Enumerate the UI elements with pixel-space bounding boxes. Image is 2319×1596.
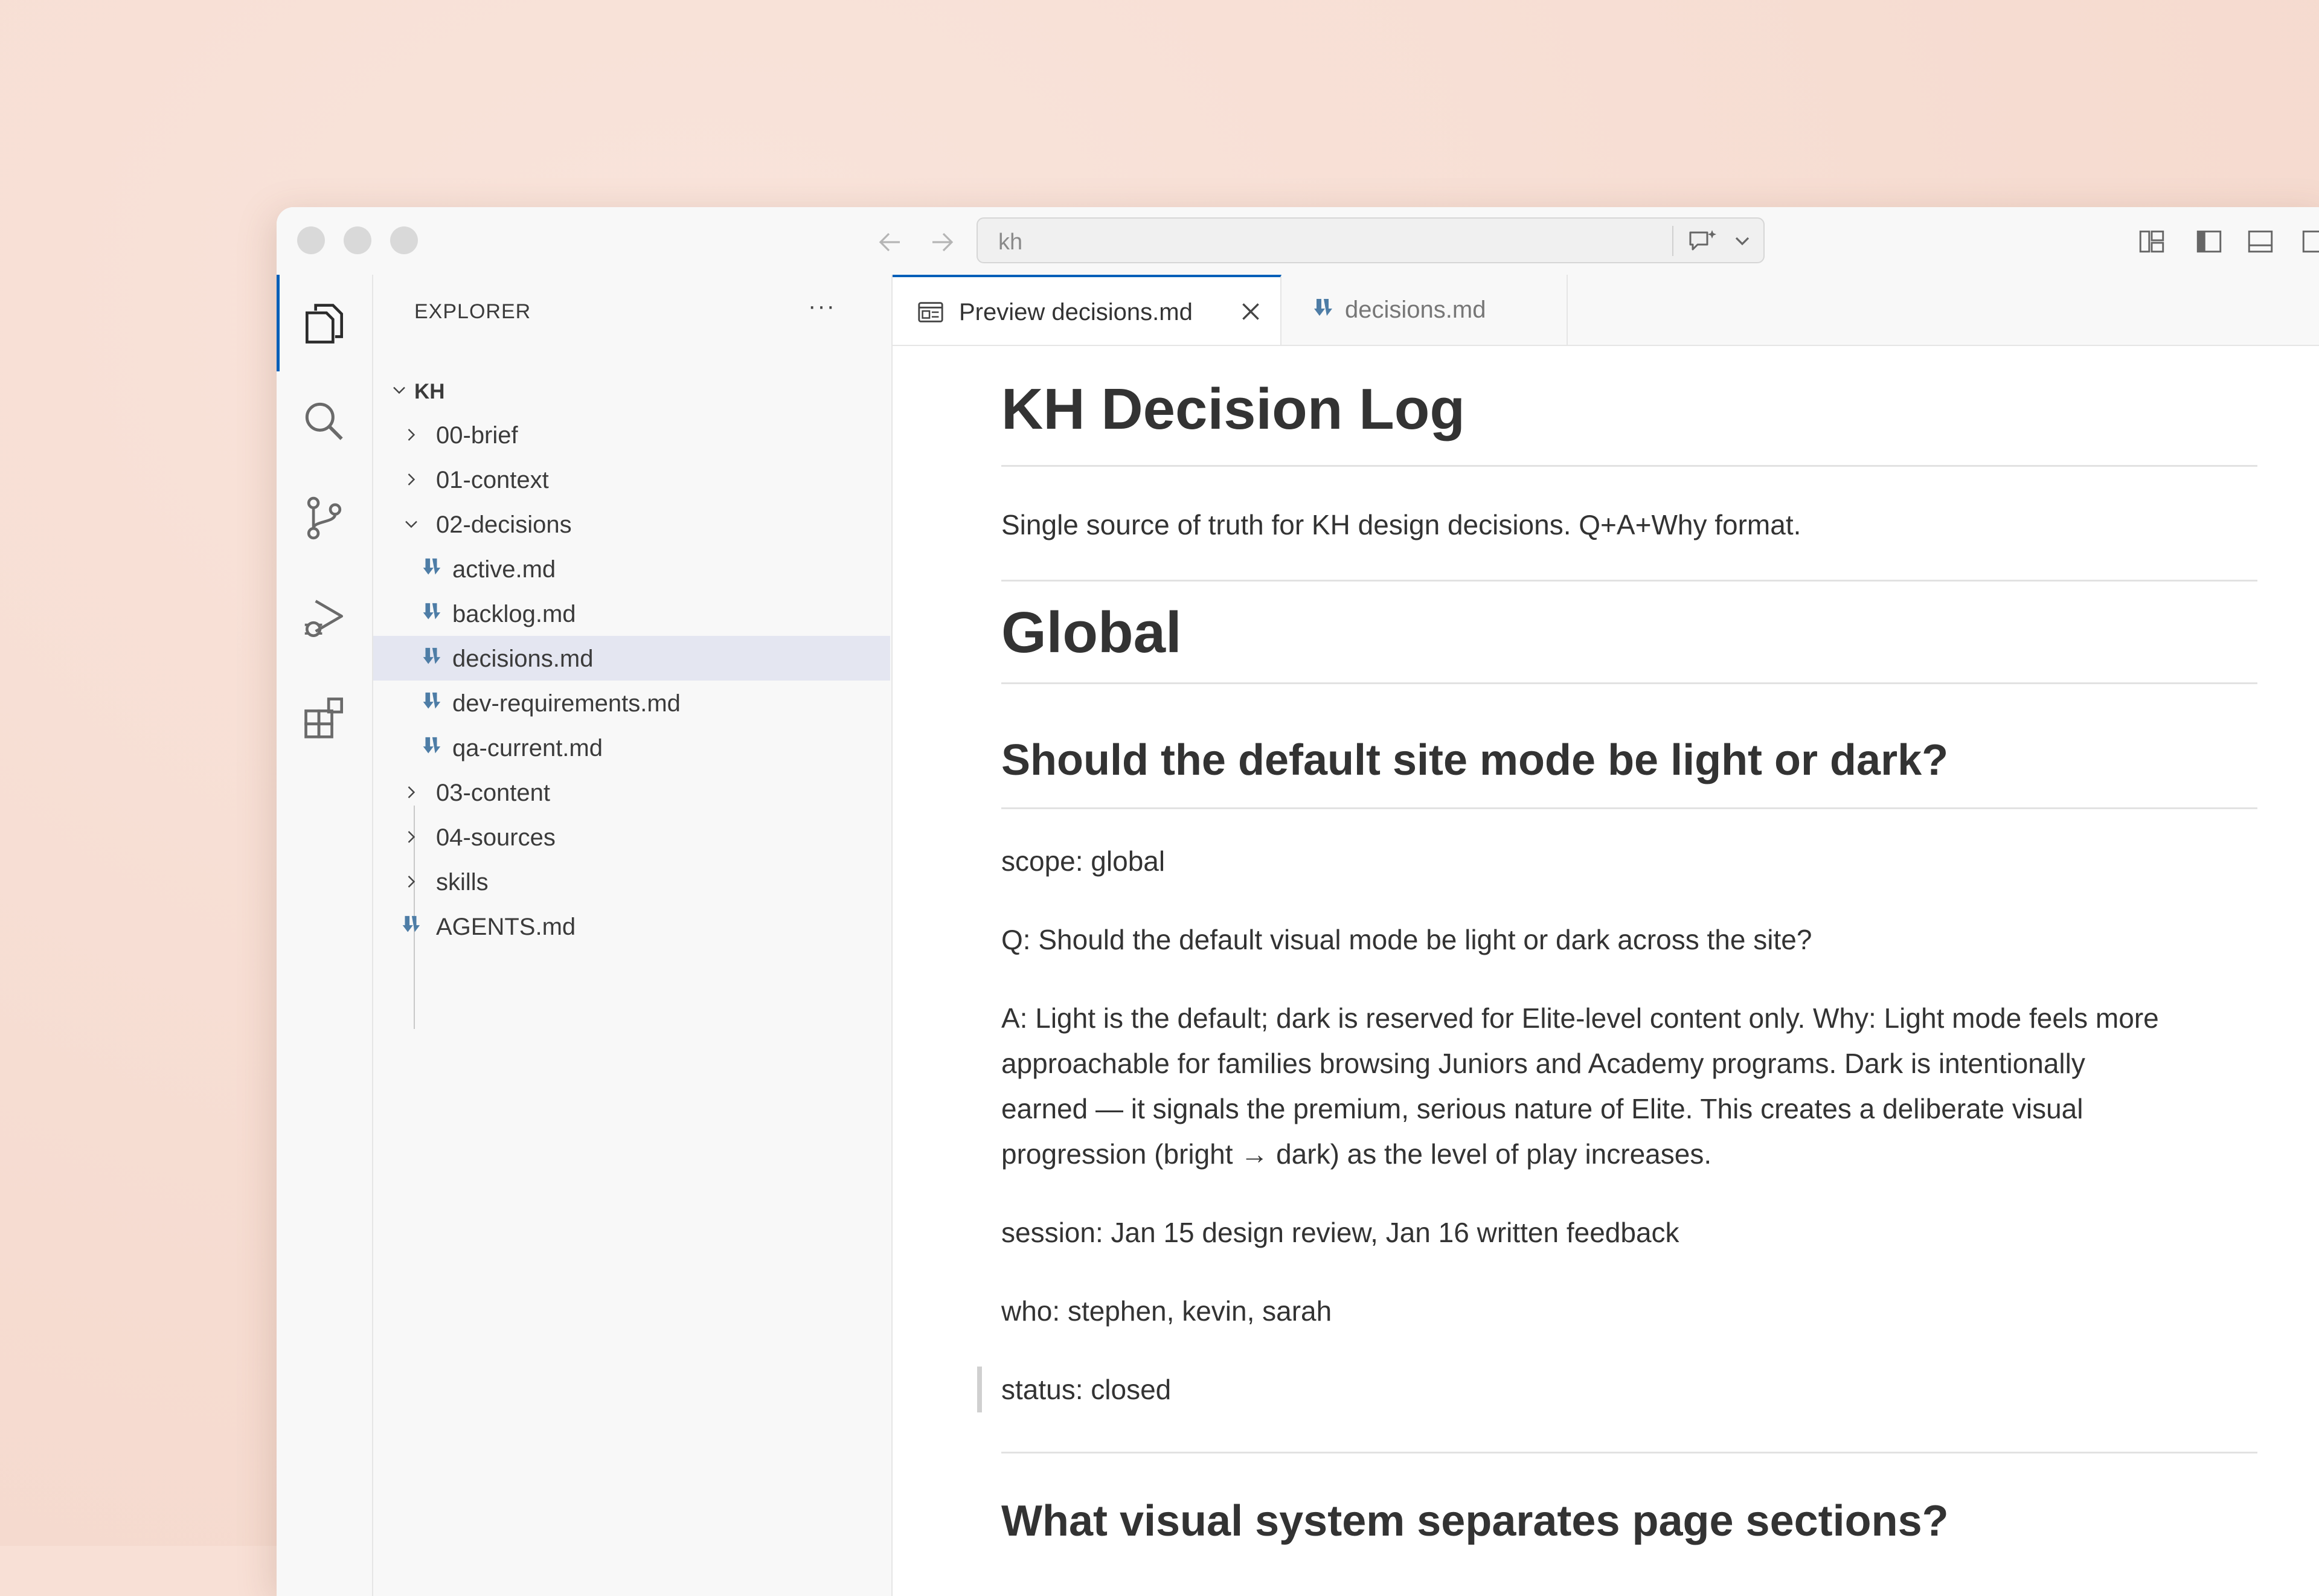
chevron-right-icon [408,786,415,798]
divider [1001,1452,2257,1453]
tab-decisions-md[interactable]: decisions.md [1281,275,1568,345]
markdown-file-icon [402,915,420,932]
blockquote-bar [977,1367,982,1412]
markdown-file-icon [1314,299,1332,316]
document-title: KH Decision Log [1001,377,1466,441]
markdown-file-icon [423,737,441,754]
divider [1001,465,2257,467]
chevron-down-icon[interactable] [1730,228,1754,252]
tree-item-label: 03-content [436,780,551,806]
tree-item-decisions-md[interactable]: decisions.md [373,636,890,681]
tree-item-label: 01-context [436,467,549,493]
explorer-icon[interactable] [298,298,350,350]
tree-item-label: 02-decisions [436,511,572,538]
tab-preview-decisions[interactable]: Preview decisions.md [893,275,1281,345]
chevron-down-icon [393,386,405,394]
question-heading: Should the default site mode be light or… [1001,736,1949,784]
markdown-file-icon [423,603,441,620]
answer-line-3: earned — it signals the premium, serious… [1001,1093,2083,1124]
section-heading-global: Global [1001,600,1182,665]
markdown-file-icon [423,692,441,709]
tree-item-label: backlog.md [452,601,576,627]
chevron-right-icon [408,831,415,843]
tree-item-label: 00-brief [436,422,518,449]
extensions-icon[interactable] [298,691,350,743]
tree-item-agents-md[interactable]: AGENTS.md [373,904,890,949]
search-icon[interactable] [298,396,350,447]
divider [1001,682,2257,684]
tree-item-backlog-md[interactable]: backlog.md [373,591,890,636]
markdown-preview: KH Decision Log Single source of truth f… [893,346,2319,1596]
source-control-icon[interactable] [298,492,350,544]
answer-line-2: approachable for families browsing Junio… [1001,1048,2085,1079]
command-center-search[interactable]: kh [977,217,1765,263]
chevron-right-icon [408,473,415,486]
activity-bar [277,275,373,1596]
maximize-window-button[interactable] [390,226,418,254]
vscode-window: kh EXPLORER ··· KH 00-brief 01-context 0… [277,207,2319,1596]
toggle-sidebar-icon[interactable] [2194,226,2224,257]
chevron-right-icon [408,876,415,888]
tree-item-label: dev-requirements.md [452,690,681,717]
run-debug-icon[interactable] [298,592,350,644]
tree-item-label: active.md [452,556,556,583]
chevron-right-icon [408,429,415,441]
tree-root-label: KH [414,380,445,403]
tree-item-00-brief[interactable]: 00-brief [373,412,890,457]
tree-item-label: decisions.md [452,646,594,672]
active-indicator [277,275,280,371]
document-intro: Single source of truth for KH design dec… [1001,509,1801,540]
markdown-file-icon [423,647,441,664]
tree-item-skills[interactable]: skills [373,859,890,904]
tree-item-qa-current-md[interactable]: qa-current.md [373,725,890,770]
question-line: Q: Should the default visual mode be lig… [1001,924,1812,955]
layout-icon[interactable] [2137,226,2167,257]
minimize-window-button[interactable] [344,226,371,254]
close-window-button[interactable] [297,226,325,254]
explorer-more-actions[interactable]: ··· [808,293,836,320]
who-line: who: stephen, kevin, sarah [1001,1295,1332,1327]
command-center-divider [1672,226,1673,256]
tree-item-label: skills [436,869,489,896]
divider [1001,580,2257,582]
chevron-down-icon [405,521,417,528]
tree-item-03-content[interactable]: 03-content [373,770,890,815]
arrow-left-icon[interactable] [876,228,905,257]
preview-icon [918,302,943,322]
tree-item-01-context[interactable]: 01-context [373,457,890,502]
scope-line: scope: global [1001,845,1166,877]
status-line: status: closed [1001,1374,1172,1405]
tree-item-label: 04-sources [436,824,556,851]
toggle-secondary-sidebar-icon[interactable] [2300,226,2319,257]
tree-item-active-md[interactable]: active.md [373,546,890,591]
command-center-text: kh [998,229,1023,255]
explorer-sidebar: EXPLORER ··· KH 00-brief 01-context 02-d… [373,275,893,1596]
explorer-header: EXPLORER [414,300,531,323]
session-line: session: Jan 15 design review, Jan 16 wr… [1001,1217,1679,1248]
divider [1001,807,2257,809]
toggle-panel-icon[interactable] [2245,226,2276,257]
answer-line-1: A: Light is the default; dark is reserve… [1001,1002,2159,1034]
close-icon[interactable] [1238,299,1263,324]
arrow-right-icon[interactable] [928,228,957,257]
question-heading-2: What visual system separates page sectio… [1001,1497,1949,1545]
answer-line-4: progression (bright → dark) as the level… [1001,1138,1712,1170]
tab-label: Preview decisions.md [959,299,1193,325]
tree-item-04-sources[interactable]: 04-sources [373,815,890,859]
tree-root-kh[interactable]: KH [373,368,890,412]
markdown-file-icon [423,558,441,575]
tab-label: decisions.md [1345,296,1486,323]
tree-item-dev-requirements-md[interactable]: dev-requirements.md [373,681,890,725]
tree-item-label: qa-current.md [452,735,603,761]
tree-item-02-decisions[interactable]: 02-decisions [373,502,890,546]
editor-tab-bar: Preview decisions.md decisions.md [893,275,2319,346]
chat-sparkle-icon[interactable] [1686,226,1722,256]
title-bar: kh [277,207,2319,276]
tree-item-label: AGENTS.md [436,914,576,940]
